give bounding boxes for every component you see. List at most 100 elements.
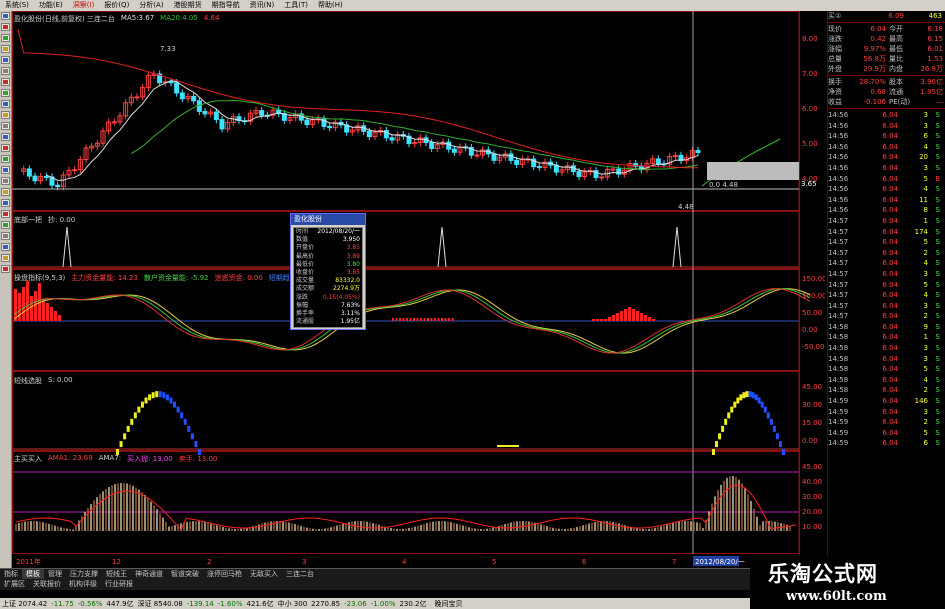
toolbar-button-18[interactable] bbox=[1, 210, 10, 218]
watermark-url: www.60lt.com bbox=[786, 589, 887, 604]
indicator-tab-2[interactable]: 管理 bbox=[44, 569, 66, 580]
tool-icon bbox=[3, 234, 8, 238]
popup-key: 收盘价 bbox=[296, 268, 315, 276]
tick-price: 6.04 bbox=[882, 132, 898, 141]
tick-price: 6.04 bbox=[882, 163, 898, 172]
popup-title[interactable]: 盈化股份 bbox=[291, 214, 365, 225]
capital-bar bbox=[427, 318, 429, 321]
extension-tab-2[interactable]: 机构评级 bbox=[65, 579, 101, 590]
stat-label: 换手 bbox=[828, 78, 842, 86]
menu-item-0[interactable]: 系统(S) bbox=[0, 0, 34, 11]
toolbar-button-12[interactable] bbox=[1, 144, 10, 152]
capital-bar bbox=[392, 318, 394, 321]
toolbar-button-11[interactable] bbox=[1, 133, 10, 141]
toolbar-button-2[interactable] bbox=[1, 34, 10, 42]
popup-value: 3.11% bbox=[340, 309, 360, 317]
chart-canvas[interactable]: 7.334.480.0 4.48 3.658.007.006.005.004.00… bbox=[12, 11, 825, 568]
toolbar-button-20[interactable] bbox=[1, 232, 10, 240]
indicator-tab-0[interactable]: 指标 bbox=[0, 569, 22, 580]
popup-value: 3.950 bbox=[342, 236, 360, 244]
toolbar-button-6[interactable] bbox=[1, 78, 10, 86]
menu-item-2[interactable]: 洞察(I) bbox=[68, 0, 100, 11]
main-title: 盈化股份(日线,前复权) 三连二台 bbox=[14, 15, 115, 23]
toolbar-button-7[interactable] bbox=[1, 89, 10, 97]
main-axis-tick: 5.00 bbox=[802, 140, 818, 148]
toolbar-button-10[interactable] bbox=[1, 122, 10, 130]
extension-tab-1[interactable]: 关联报价 bbox=[29, 579, 65, 590]
data-popup[interactable]: 盈化股份 时间 2012/08/20/一 数值 3.950 开盘价 3.85 最高价 3.89… bbox=[290, 213, 366, 330]
indicator-tab-5[interactable]: 神奇通道 bbox=[131, 569, 167, 580]
chart-area[interactable]: 7.33 4.48 0.0 4.48 3.65 8.00 7.00 6.00 5.00 4.00… bbox=[12, 11, 825, 568]
menu-item-8[interactable]: 工具(T) bbox=[279, 0, 313, 11]
indicator-tab-6[interactable]: 智道突破 bbox=[167, 569, 203, 580]
toolbar-button-3[interactable] bbox=[1, 45, 10, 53]
menu-item-4[interactable]: 分析(A) bbox=[134, 0, 168, 11]
stock-pick-block bbox=[123, 433, 127, 440]
indicator-tab-3[interactable]: 压力支撑 bbox=[66, 569, 102, 580]
menu-item-6[interactable]: 期指导航 bbox=[207, 0, 245, 11]
pane3-title: 短线选股 S: 0.00 bbox=[14, 376, 73, 385]
quote-stat-row: 现价 6.04 今开 6.18 bbox=[828, 24, 945, 34]
menu-item-3[interactable]: 报价(Q) bbox=[99, 0, 134, 11]
indicator-tab-7[interactable]: 涨停回马枪 bbox=[203, 569, 246, 580]
menu-item-5[interactable]: 港股期货 bbox=[169, 0, 207, 11]
main-axis-tick: 4.00 bbox=[802, 175, 818, 183]
bottom-spike bbox=[62, 226, 72, 268]
tick-volume: 5 bbox=[923, 238, 928, 247]
stock-pick-block bbox=[782, 449, 785, 455]
indicator-tab-1[interactable]: 模板 bbox=[22, 568, 44, 580]
tick-price: 6.04 bbox=[882, 216, 898, 225]
candle bbox=[446, 141, 452, 150]
toolbar-button-13[interactable] bbox=[1, 155, 10, 163]
toolbar-button-4[interactable] bbox=[1, 56, 10, 64]
capital-bar bbox=[399, 318, 401, 321]
tick-price: 6.04 bbox=[882, 238, 898, 247]
time-axis-tick: 7 bbox=[672, 558, 676, 566]
tick-price: 6.04 bbox=[882, 333, 898, 342]
indicator-tab-8[interactable]: 无敌买入 bbox=[246, 569, 282, 580]
menu-item-1[interactable]: 功能(E) bbox=[34, 0, 68, 11]
watermark: 乐淘公式网 www.60lt.com bbox=[750, 556, 945, 609]
tick-row: 14:58 6.04 3 S bbox=[828, 343, 945, 354]
pane1-title: 底部一把 抄: 0.00 bbox=[14, 216, 76, 224]
toolbar-button-15[interactable] bbox=[1, 177, 10, 185]
candle bbox=[655, 158, 661, 165]
capital-bar bbox=[14, 289, 17, 321]
candle bbox=[576, 171, 582, 177]
toolbar-button-19[interactable] bbox=[1, 221, 10, 229]
toolbar-button-16[interactable] bbox=[1, 188, 10, 196]
quote-header-row: 买① 6.09 463 bbox=[828, 11, 945, 21]
indicator-tab-4[interactable]: 短线王 bbox=[102, 569, 131, 580]
stat-label: PE(动) bbox=[889, 98, 911, 106]
stock-pick-block bbox=[180, 412, 184, 419]
candle bbox=[179, 92, 185, 100]
tool-icon bbox=[3, 14, 8, 18]
toolbar-button-23[interactable] bbox=[1, 265, 10, 273]
tick-volume: 1 bbox=[923, 216, 928, 225]
tick-list[interactable]: 14:56 6.04 3 S 14:56 6.04 3 S 14:56 6.04 6 S 14:56 6.… bbox=[828, 110, 945, 449]
toolbar-button-0[interactable] bbox=[1, 12, 10, 20]
tick-side: S bbox=[935, 322, 940, 331]
menu-item-7[interactable]: 资讯(N) bbox=[245, 0, 280, 11]
toolbar-button-21[interactable] bbox=[1, 243, 10, 251]
toolbar-button-5[interactable] bbox=[1, 67, 10, 75]
toolbar-button-9[interactable] bbox=[1, 111, 10, 119]
indicator-tab-9[interactable]: 三连二台 bbox=[282, 569, 318, 580]
toolbar-button-1[interactable] bbox=[1, 23, 10, 31]
toolbar-button-14[interactable] bbox=[1, 166, 10, 174]
tick-price: 6.04 bbox=[882, 322, 898, 331]
tick-volume: 3 bbox=[923, 111, 928, 119]
toolbar-button-17[interactable] bbox=[1, 199, 10, 207]
capital-bar bbox=[616, 313, 619, 321]
peak-label: 7.33 bbox=[160, 45, 176, 53]
stock-pick-block bbox=[739, 394, 743, 401]
capital-bar bbox=[423, 318, 426, 321]
extension-tab-3[interactable]: 行业研报 bbox=[101, 579, 137, 590]
extension-tab-0[interactable]: 扩展区 bbox=[0, 579, 29, 590]
tick-volume: 3 bbox=[923, 354, 928, 363]
tick-side: S bbox=[935, 216, 940, 225]
toolbar-button-8[interactable] bbox=[1, 100, 10, 108]
menu-item-9[interactable]: 帮助(H) bbox=[313, 0, 348, 11]
quote-stat-row: 换手 28.70% 股本 3.90亿 bbox=[828, 77, 945, 87]
toolbar-button-22[interactable] bbox=[1, 254, 10, 262]
